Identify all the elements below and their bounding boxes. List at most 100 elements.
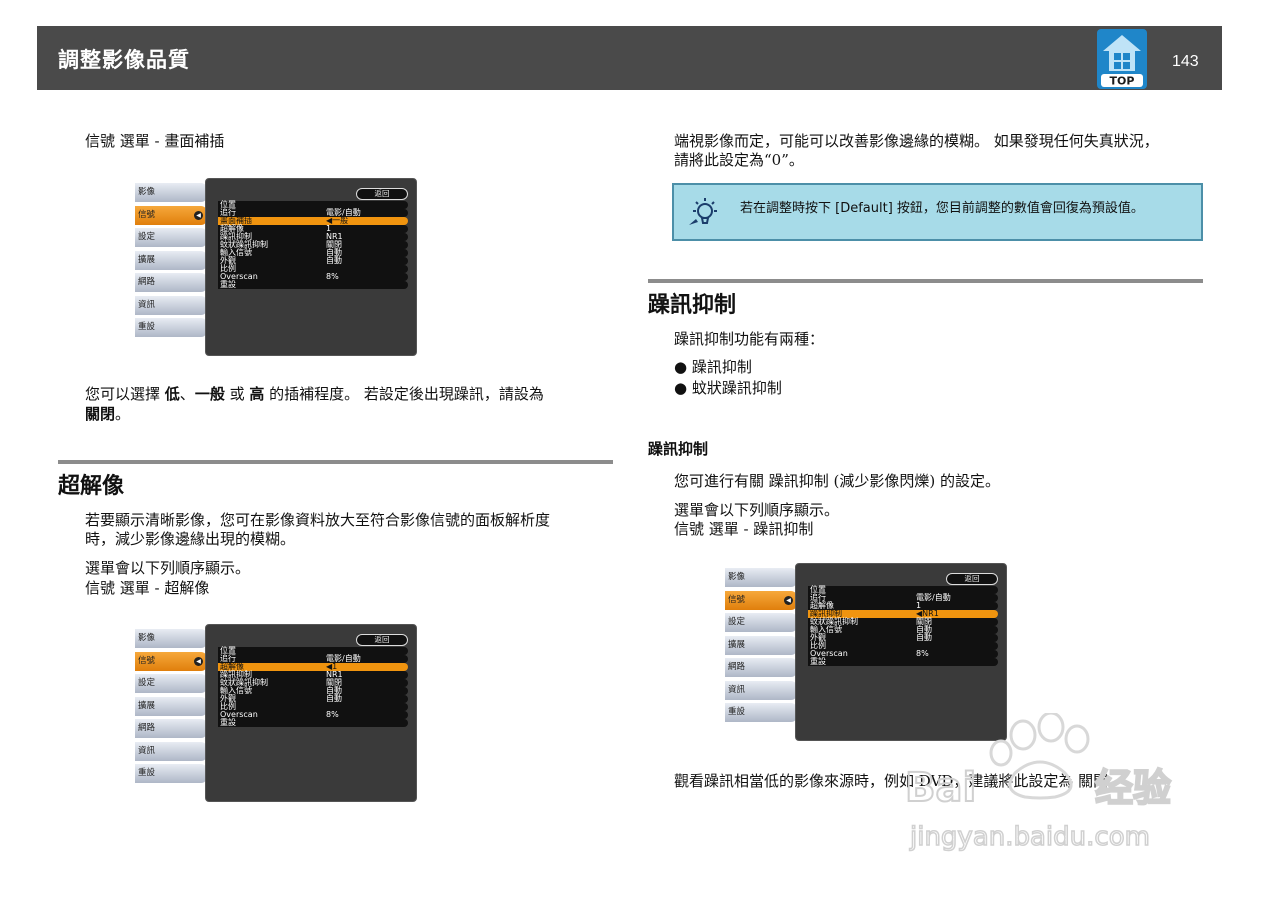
menu-row[interactable]: 輸入信號 自動 [808,626,998,634]
menu-row[interactable]: 輸入信號 自動 [218,687,408,695]
menu-tab[interactable]: 設定 [135,228,207,247]
menu-tab[interactable]: 信號 ◀ [135,205,207,225]
menu-tab[interactable]: 信號 ◀ [135,651,207,671]
menu-row[interactable]: 外觀 自動 [218,695,408,703]
menu-tab[interactable]: 設定 [135,674,207,693]
menu-path-interpolation: 信號 選單 - 畫面補插 [85,132,225,150]
menu-row-value: 8% [916,648,929,658]
menu-row[interactable]: 外觀 自動 [218,255,408,265]
enter-arrow-icon: ◀ [784,595,793,605]
menu-path-noise-reduction: 信號 選單 - 躁訊抑制 [674,520,814,538]
menu-panel: 返回 位置 追行 電影/自動 超解像 ◀1 躁訊抑制 NR1 蚊狀躁訊抑制 關閉 輸入信號 自動 外觀自… [205,624,417,802]
top-home-icon: TOP [1097,29,1147,89]
noise-reduction-intro: 躁訊抑制功能有兩種： [674,330,825,348]
super-resolution-desc-line2: 時，減少影像邊緣出現的模糊。 [85,530,296,548]
menu-row-label: 重設 [220,717,236,727]
menu-tab-label: 設定 [728,617,746,627]
page-header-bar [37,26,1222,90]
menu-tab[interactable]: 擴展 [135,250,207,270]
menu-tab-label: 信號 [138,209,156,220]
menu-order-text: 選單會以下列順序顯示。 [674,501,840,519]
menu-tab-label: 信號 [728,594,746,605]
menu-back-button[interactable]: 返回 [356,188,408,200]
enter-arrow-icon: ◀ [194,656,203,666]
menu-row-value: 自動 [916,632,932,642]
menu-tab[interactable]: 資訊 [135,741,207,761]
baidu-paw-logo: Bai 经验 jingyan.baidu.com [904,711,1172,853]
menu-tab[interactable]: 重設 [725,703,797,722]
text-part: 。 [115,405,131,423]
menu-row[interactable]: Overscan 8% [218,709,408,719]
menu-row[interactable]: Overscan 8% [808,648,998,658]
menu-row[interactable]: 重設 [218,280,408,289]
menu-tab[interactable]: 資訊 [135,295,207,315]
text-part: 、 [179,385,195,403]
bullet-item: ● 躁訊抑制 [674,358,752,376]
menu-tab[interactable]: 設定 [725,613,797,632]
menu-back-button[interactable]: 返回 [946,573,998,585]
menu-tab[interactable]: 信號 ◀ [725,590,797,610]
menu-tab-label: 資訊 [728,684,746,695]
menu-tab-label: 網路 [138,723,156,733]
baidu-watermark: Bai 经验 jingyan.baidu.com [904,711,1205,853]
menu-row[interactable]: 追行 電影/自動 [808,594,998,602]
menu-row[interactable]: 位置 [218,647,408,655]
menu-row-value: 8% [326,709,339,719]
menu-tab[interactable]: 擴展 [135,696,207,716]
menu-tab[interactable]: 重設 [135,318,207,337]
menu-rows: 位置 追行 電影/自動 超解像 1 躁訊抑制 ◀NR1 蚊狀躁訊抑制 關閉 輸入信號 自動 外觀 自動比… [808,586,998,666]
menu-tab-label: 擴展 [728,639,746,650]
section-heading-noise-reduction: 躁訊抑制 [648,293,737,318]
interpolation-paragraph: 您可以選擇 低、一般 或 高 的插補程度。 若設定後出現躁訊，請設為 [85,384,544,404]
watermark-brand2: 经验 [1095,766,1171,810]
menu-tab[interactable]: 網路 [725,658,797,677]
menu-row-value: 電影/自動 [916,592,951,602]
menu-tab[interactable]: 影像 [135,183,207,202]
menu-tab-list: 影像信號 ◀ 設定擴展網路資訊重設 [725,568,797,726]
menu-row-value: 自動 [326,255,342,265]
bullet-text: 躁訊抑制 [691,358,752,376]
menu-rows: 位置 追行 電影/自動 超解像 ◀1 躁訊抑制 NR1 蚊狀躁訊抑制 關閉 輸入信號 自動 外觀 自動比… [218,647,408,727]
menu-row-value: 8% [326,271,339,281]
menu-row[interactable]: 重設 [808,656,998,666]
menu-tab-label: 設定 [138,678,156,688]
menu-tab[interactable]: 影像 [725,568,797,587]
menu-row[interactable]: 重設 [218,717,408,727]
menu-row[interactable]: 外觀 自動 [808,634,998,642]
menu-tab-label: 影像 [138,187,156,197]
enter-arrow-icon: ◀ [194,210,203,220]
menu-tab-label: 資訊 [138,299,156,310]
menu-row[interactable]: 輸入信號 自動 [218,249,408,257]
text-part: 的插補程度。 若設定後出現躁訊，請設為 [264,385,544,403]
menu-row-label: 重設 [810,656,826,666]
menu-tab-label: 設定 [138,232,156,242]
menu-tab-label: 資訊 [138,745,156,756]
menu-tab[interactable]: 網路 [135,719,207,738]
menu-tab[interactable]: 網路 [135,273,207,292]
menu-back-button[interactable]: 返回 [356,634,408,646]
menu-tab-label: 影像 [728,572,746,582]
menu-tab[interactable]: 影像 [135,629,207,648]
menu-rows: 位置 追行 電影/自動 畫面補插 ◀一般 超解像 1 躁訊抑制 NR1 蚊狀躁訊抑制 關閉 輸入信號自… [218,201,408,289]
menu-panel: 返回 位置 追行 電影/自動 畫面補插 ◀一般 超解像 1 躁訊抑制 NR1 蚊狀躁訊抑制 關閉 輸入信… [205,178,417,356]
menu-row[interactable]: Overscan 8% [218,271,408,281]
menu-tab-label: 重設 [138,768,156,778]
menu-tab[interactable]: 擴展 [725,635,797,655]
text-part: 或 [224,385,250,403]
menu-tab-list: 影像信號 ◀ 設定擴展網路資訊重設 [135,629,207,787]
option-high: 高 [249,385,265,403]
bullet-text: 蚊狀躁訊抑制 [691,379,782,397]
menu-row[interactable]: 追行 電影/自動 [218,655,408,663]
signal-menu-screenshot-interpolation: 影像 信號 ◀ 設定 擴展 網路 資訊 重設 返回 位置 追行 電影/自動 畫面補插 ◀一般 超解像 1 躁訊抑… [135,178,417,356]
watermark-brand: Bai [905,765,976,811]
top-link-button[interactable]: TOP [1097,29,1147,89]
menu-tab-label: 信號 [138,655,156,666]
menu-row[interactable]: 畫面補插 ◀一般 [218,217,408,225]
option-low: 低 [164,385,180,403]
menu-tab[interactable]: 重設 [135,764,207,783]
menu-row[interactable]: 位置 [808,586,998,594]
menu-tab[interactable]: 資訊 [725,680,797,700]
menu-tab-label: 擴展 [138,254,156,265]
watermark-url: jingyan.baidu.com [909,822,1150,852]
menu-row[interactable]: 位置 [218,201,408,209]
